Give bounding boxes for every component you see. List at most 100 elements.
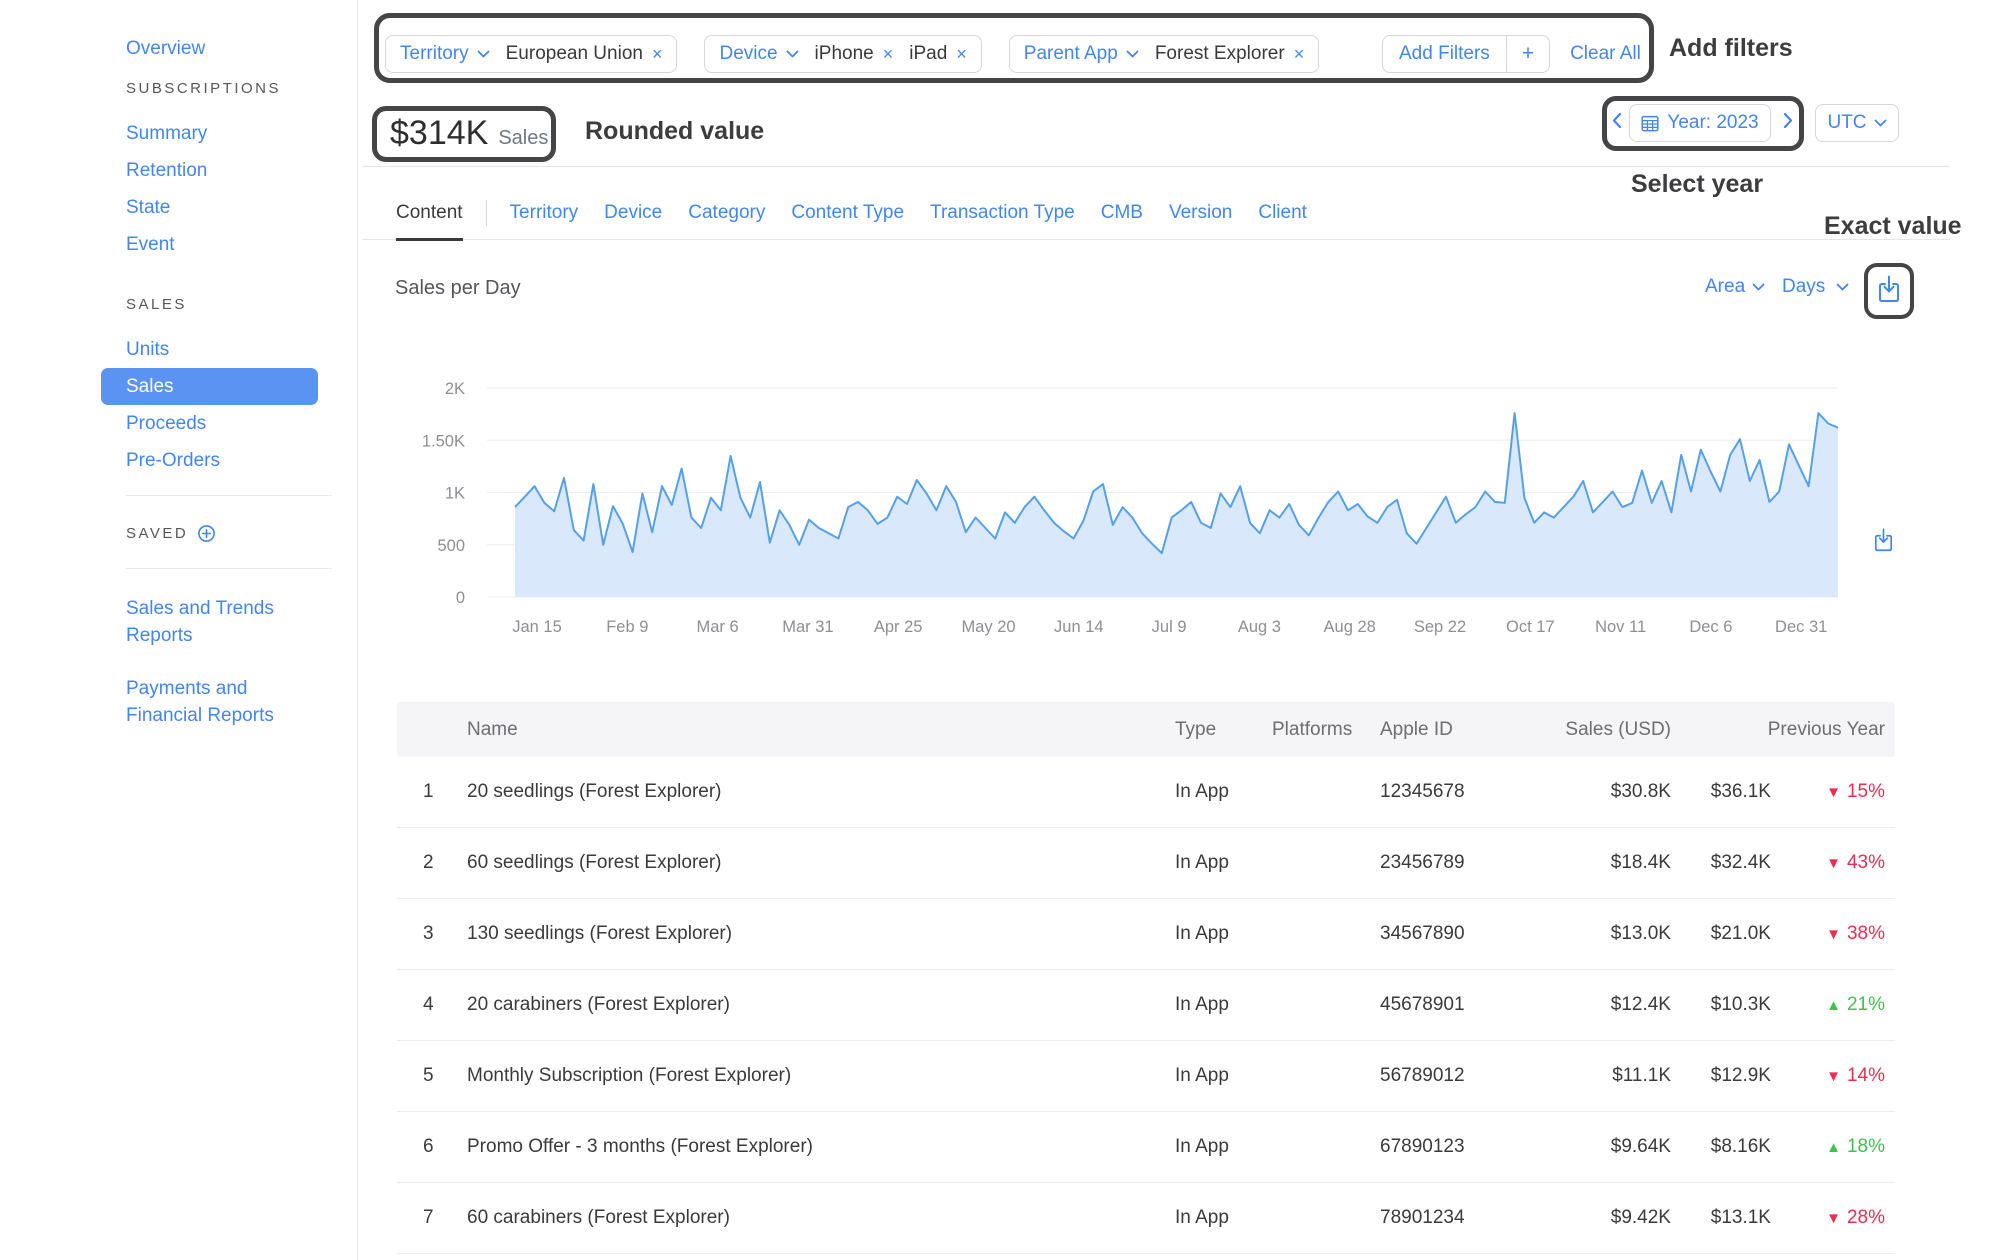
sidebar-item-sales-trends-reports[interactable]: Sales and Trends Reports (126, 595, 301, 649)
product-type: In App (1167, 852, 1262, 874)
clear-all-button[interactable]: Clear All (1570, 43, 1641, 65)
table-row[interactable]: 3130 seedlings (Forest Explorer)In App34… (397, 899, 1895, 970)
sales-usd-value: $18.4K (1525, 852, 1671, 874)
svg-text:Jan 15: Jan 15 (512, 618, 562, 636)
table-row[interactable]: 6Promo Offer - 3 months (Forest Explorer… (397, 1112, 1895, 1183)
add-filters-label[interactable]: Add Filters (1383, 43, 1506, 65)
sidebar-item-payments-financial-reports[interactable]: Payments and Financial Reports (126, 675, 301, 729)
download-table-icon[interactable] (1873, 528, 1894, 552)
content-table: NameTypePlatformsApple IDSales (USD)Prev… (397, 702, 1895, 1254)
previous-year-value: $12.9K (1671, 1065, 1771, 1087)
remove-filter-icon[interactable]: × (956, 44, 967, 65)
year-selector-button[interactable]: Year: 2023 (1629, 104, 1771, 142)
table-row[interactable]: 760 carabiners (Forest Explorer)In App78… (397, 1183, 1895, 1254)
remove-filter-icon[interactable]: × (652, 44, 663, 65)
product-type: In App (1167, 1065, 1262, 1087)
tab-device[interactable]: Device (591, 186, 675, 240)
yoy-change: ▼14% (1771, 1065, 1885, 1087)
chart-type-dropdown[interactable]: Area (1705, 276, 1765, 298)
triangle-down-icon: ▼ (1826, 1210, 1841, 1227)
product-name: 20 carabiners (Forest Explorer) (467, 994, 1167, 1016)
interval-dropdown[interactable]: Days (1782, 276, 1849, 298)
sidebar-item-retention[interactable]: Retention (126, 152, 357, 189)
sidebar-item-pre-orders[interactable]: Pre-Orders (126, 442, 357, 479)
sales-usd-value: $12.4K (1525, 994, 1671, 1016)
download-chart-icon[interactable] (1877, 275, 1901, 303)
table-row[interactable]: 420 carabiners (Forest Explorer)In App 45… (397, 970, 1895, 1041)
column-header-sales-usd: Sales (USD) (1525, 719, 1671, 741)
apple-id-value: 23456789 (1360, 852, 1525, 874)
table-row[interactable]: 5Monthly Subscription (Forest Explorer)I… (397, 1041, 1895, 1112)
tab-cmb[interactable]: CMB (1088, 186, 1156, 240)
yoy-change: ▲21% (1771, 994, 1885, 1016)
remove-filter-icon[interactable]: × (883, 44, 894, 65)
main-content: TerritoryEuropean Union×DeviceiPhone×iPa… (359, 0, 2010, 1260)
chevron-down-icon (1874, 119, 1887, 127)
sidebar-item-state[interactable]: State (126, 189, 357, 226)
annotation-add-filters: Add filters (1669, 34, 1793, 63)
filter-bar: TerritoryEuropean Union×DeviceiPhone×iPa… (385, 35, 1319, 73)
sidebar-item-sales[interactable]: Sales (101, 368, 318, 405)
table-row[interactable]: 260 seedlings (Forest Explorer)In App234… (397, 828, 1895, 899)
calendar-icon (1641, 114, 1659, 132)
add-saved-icon[interactable] (197, 524, 216, 543)
chevron-left-icon[interactable] (1611, 112, 1622, 134)
remove-filter-icon[interactable]: × (1294, 44, 1305, 65)
yoy-change: ▼43% (1771, 852, 1885, 874)
sales-per-day-chart: 05001K1.50K2KJan 15Feb 9Mar 6Mar 31Apr 2… (359, 370, 1919, 650)
sidebar-item-event[interactable]: Event (126, 226, 357, 263)
sidebar-divider (126, 495, 332, 496)
chevron-right-icon[interactable] (1783, 112, 1794, 134)
apple-id-value: 45678901 (1360, 994, 1525, 1016)
sidebar-item-summary[interactable]: Summary (126, 115, 357, 152)
sidebar-header-subscriptions: SUBSCRIPTIONS (126, 67, 357, 109)
product-type: In App (1167, 1136, 1262, 1158)
filter-category-label[interactable]: Device (719, 43, 777, 65)
product-type: In App (1167, 994, 1262, 1016)
tab-territory[interactable]: Territory (497, 186, 592, 240)
tab-content-type[interactable]: Content Type (778, 186, 917, 240)
add-filters-button[interactable]: Add Filters + (1382, 35, 1550, 73)
timezone-selector[interactable]: UTC (1815, 104, 1899, 142)
product-type: In App (1167, 781, 1262, 803)
table-body: 120 seedlings (Forest Explorer)In App123… (397, 757, 1895, 1254)
filter-category-label[interactable]: Parent App (1024, 43, 1118, 65)
svg-text:Aug 3: Aug 3 (1238, 618, 1281, 636)
sidebar-item-overview[interactable]: Overview (126, 30, 357, 67)
yoy-change: ▼15% (1771, 781, 1885, 803)
column-header-name: Name (467, 719, 1167, 741)
saved-label: SAVED (126, 525, 188, 542)
row-index: 1 (397, 781, 467, 803)
previous-year-value: $21.0K (1671, 923, 1771, 945)
filter-pill-device[interactable]: DeviceiPhone×iPad× (704, 35, 981, 73)
filter-category-label[interactable]: Territory (400, 43, 469, 65)
column-header-apple-id: Apple ID (1360, 719, 1525, 741)
sidebar-item-proceeds[interactable]: Proceeds (126, 405, 357, 442)
filter-value: European Union (506, 43, 643, 65)
filter-pill-parent-app[interactable]: Parent AppForest Explorer× (1009, 35, 1319, 73)
svg-text:Dec 6: Dec 6 (1689, 618, 1732, 636)
interval-label: Days (1782, 276, 1825, 298)
tab-content[interactable]: Content (383, 186, 476, 240)
svg-text:Jul 9: Jul 9 (1152, 618, 1187, 636)
chevron-down-icon (1836, 283, 1849, 291)
filter-value: iPad (909, 43, 947, 65)
svg-text:1K: 1K (445, 485, 465, 503)
chevron-down-icon (1126, 50, 1139, 58)
svg-text:2K: 2K (445, 380, 465, 398)
table-row[interactable]: 120 seedlings (Forest Explorer)In App123… (397, 757, 1895, 828)
table-header-row: NameTypePlatformsApple IDSales (USD)Prev… (397, 702, 1895, 757)
row-index: 4 (397, 994, 467, 1016)
tab-version[interactable]: Version (1156, 186, 1245, 240)
svg-text:Feb 9: Feb 9 (606, 618, 648, 636)
sidebar-item-units[interactable]: Units (126, 331, 357, 368)
header-divider (362, 166, 1950, 167)
plus-icon[interactable]: + (1507, 42, 1549, 66)
filter-pill-territory[interactable]: Territory European Union × (385, 35, 677, 73)
tab-category[interactable]: Category (675, 186, 778, 240)
chevron-down-icon (477, 50, 490, 58)
row-index: 2 (397, 852, 467, 874)
tab-transaction-type[interactable]: Transaction Type (917, 186, 1088, 240)
previous-year-value: $32.4K (1671, 852, 1771, 874)
tab-client[interactable]: Client (1245, 186, 1320, 240)
